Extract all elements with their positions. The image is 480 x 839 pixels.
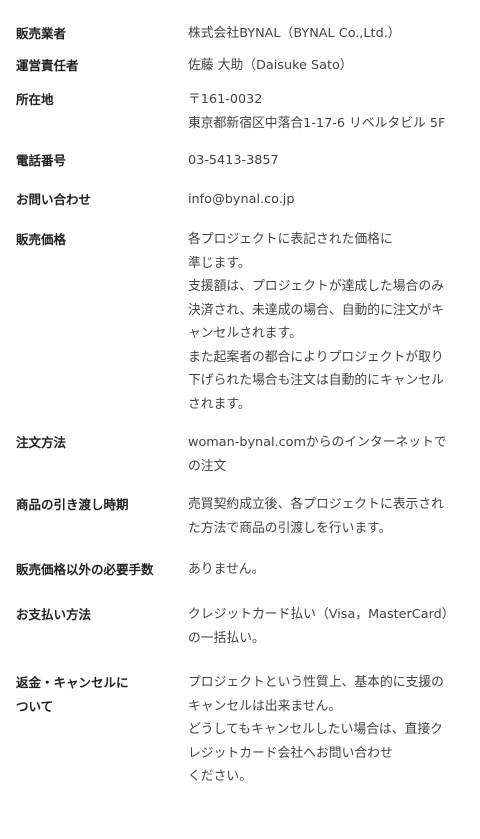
contact-email: info@bynal.co.jp [188, 192, 295, 207]
label-line: 注文方法 [16, 435, 67, 450]
value-line: 支援額は、プロジェクトが達成した場合のみ [188, 279, 444, 294]
label-line: 返金・キャンセルに [16, 675, 129, 690]
value-line: 03-5413-3857 [188, 153, 279, 168]
value-line: キャンセルは出来ません。 [188, 698, 342, 714]
sales-info-table: 販売業者 株式会社BYNAL（BYNAL Co.,Ltd.） 運営責任者 佐藤 … [0, 0, 480, 839]
row-value: 株式会社BYNAL（BYNAL Co.,Ltd.） [188, 22, 473, 46]
value-line: 東京都新宿区中落合1-17-6 リベルタビル 5F [188, 115, 446, 131]
value-line: の注文 [188, 458, 227, 474]
value-line: 各プロジェクトに表記された価格に [188, 232, 393, 247]
value-line: 佐藤 大助（Daisuke Sato） [188, 58, 353, 73]
row-label: 注文方法 [16, 431, 176, 455]
row-value: 売買契約成立後、各プロジェクトに表示され た方法で商品の引渡しを行います。 [188, 493, 473, 540]
label-line: 商品の引き渡し時期 [16, 497, 129, 512]
value-line: どうしてもキャンセルしたい場合は、直接ク [188, 722, 443, 737]
label-line: 運営責任者 [16, 58, 79, 73]
row-value: 〒161-0032 東京都新宿区中落合1-17-6 リベルタビル 5F [188, 88, 473, 135]
row-label: お問い合わせ [16, 188, 176, 212]
label-line: 販売価格 [16, 232, 67, 247]
label-line: ついて [16, 698, 54, 714]
row-label: 販売価格以外の必要手数 [16, 558, 176, 582]
value-line: woman-bynal.comからのインターネットで [188, 435, 447, 450]
value-line: プロジェクトという性質上、基本的に支援の [188, 675, 444, 690]
row-value: info@bynal.co.jp [188, 188, 473, 212]
row-value: 03-5413-3857 [188, 149, 473, 173]
value-line: クレジットカード払い（Visa，MasterCard） [188, 607, 455, 622]
value-line: ください。 [188, 769, 252, 784]
label-line: 所在地 [16, 92, 54, 107]
value-line: た方法で商品の引渡しを行います。 [188, 520, 392, 536]
row-label: 電話番号 [16, 149, 176, 173]
row-value: プロジェクトという性質上、基本的に支援の キャンセルは出来ません。 どうしてもキ… [188, 671, 473, 789]
value-line: されます。 [188, 396, 251, 412]
row-value: クレジットカード払い（Visa，MasterCard） の一括払い。 [188, 603, 473, 650]
row-label: 商品の引き渡し時期 [16, 493, 176, 517]
row-label: 販売業者 [16, 22, 176, 46]
row-label: 返金・キャンセルに ついて [16, 671, 176, 718]
label-line: 販売業者 [16, 26, 67, 41]
row-value: ありません。 [188, 558, 473, 582]
row-value: 各プロジェクトに表記された価格に 準じます。 支援額は、プロジェクトが達成した場… [188, 228, 473, 416]
value-line: ありません。 [188, 562, 265, 577]
row-value: woman-bynal.comからのインターネットで の注文 [188, 431, 473, 478]
value-line: 〒161-0032 [188, 92, 263, 107]
value-line: 準じます。 [188, 255, 251, 271]
row-label: お支払い方法 [16, 603, 176, 627]
row-value: 佐藤 大助（Daisuke Sato） [188, 54, 473, 78]
row-label: 所在地 [16, 88, 176, 112]
label-line: お問い合わせ [16, 192, 92, 207]
label-line: お支払い方法 [16, 607, 92, 622]
value-line: ャンセルされます。 [188, 326, 302, 341]
value-line: 売買契約成立後、各プロジェクトに表示され [188, 497, 444, 512]
label-line: 電話番号 [16, 153, 67, 168]
value-line: の一括払い。 [188, 630, 265, 646]
row-label: 販売価格 [16, 228, 176, 252]
value-line: レジットカード会社へお問い合わせ [188, 745, 393, 761]
label-line: 販売価格以外の必要手数 [16, 562, 154, 577]
value-line: 下げられた場合も注文は自動的にキャンセル [188, 373, 444, 388]
value-line: 決済され、未達成の場合、自動的に注文がキ [188, 302, 445, 318]
value-line: また起案者の都合によりプロジェクトが取り [188, 349, 444, 365]
row-label: 運営責任者 [16, 54, 176, 78]
value-line: 株式会社BYNAL（BYNAL Co.,Ltd.） [188, 26, 401, 41]
